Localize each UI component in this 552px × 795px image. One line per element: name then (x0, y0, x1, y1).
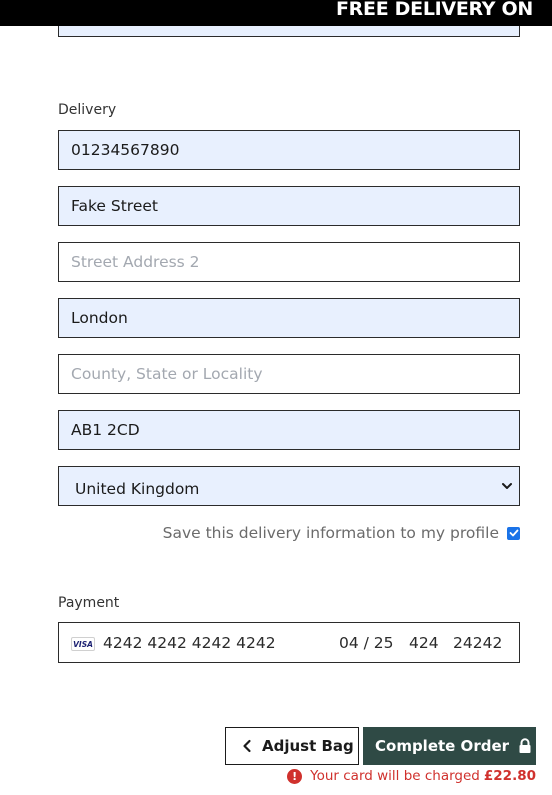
country-select-value: United Kingdom (75, 480, 200, 498)
charge-amount: £22.80 (483, 768, 536, 784)
postcode-input[interactable]: AB1 2CD (58, 410, 520, 450)
promo-banner-text: FREE DELIVERY ON (336, 0, 534, 20)
city-input[interactable]: London (58, 298, 520, 338)
checkmark-icon (509, 529, 518, 537)
previous-input-field[interactable] (58, 26, 520, 37)
adjust-bag-button[interactable]: Adjust Bag (225, 727, 359, 765)
card-number-value[interactable]: 4242 4242 4242 4242 (103, 634, 276, 652)
charge-notice-text: Your card will be charged (310, 768, 480, 784)
card-expiry-value[interactable]: 04 / 25 (339, 634, 394, 652)
save-profile-label: Save this delivery information to my pro… (162, 524, 499, 542)
street-address-input-value: Fake Street (71, 197, 158, 215)
street-address-input[interactable]: Fake Street (58, 186, 520, 226)
county-placeholder: County, State or Locality (71, 365, 263, 383)
alert-circle-icon: ! (287, 768, 303, 784)
street-address-2-input[interactable]: Street Address 2 (58, 242, 520, 282)
save-profile-row: Save this delivery information to my pro… (163, 524, 520, 542)
promo-banner: FREE DELIVERY ON (0, 0, 552, 26)
city-input-value: London (71, 309, 128, 327)
county-input[interactable]: County, State or Locality (58, 354, 520, 394)
payment-section-label: Payment (58, 595, 120, 611)
complete-order-button[interactable]: Complete Order (363, 727, 536, 765)
visa-card-icon: VISA (71, 637, 95, 651)
postcode-input-value: AB1 2CD (71, 421, 140, 439)
delivery-section-label: Delivery (58, 102, 117, 118)
card-cvc-value[interactable]: 424 (409, 634, 439, 652)
complete-order-label: Complete Order (375, 737, 510, 755)
country-select[interactable]: United Kingdom (58, 466, 520, 506)
lock-icon (519, 738, 531, 753)
save-profile-checkbox[interactable] (507, 526, 520, 540)
charge-notice: ! Your card will be charged £22.80 (287, 768, 536, 784)
card-postal-value[interactable]: 24242 (453, 634, 502, 652)
chevron-left-icon (243, 739, 251, 753)
card-input[interactable]: VISA 4242 4242 4242 4242 04 / 25 424 242… (58, 622, 520, 663)
phone-input-value: 01234567890 (71, 141, 180, 159)
phone-input[interactable]: 01234567890 (58, 130, 520, 170)
adjust-bag-label: Adjust Bag (262, 737, 354, 755)
street-address-2-placeholder: Street Address 2 (71, 253, 200, 271)
chevron-down-icon (502, 483, 512, 489)
